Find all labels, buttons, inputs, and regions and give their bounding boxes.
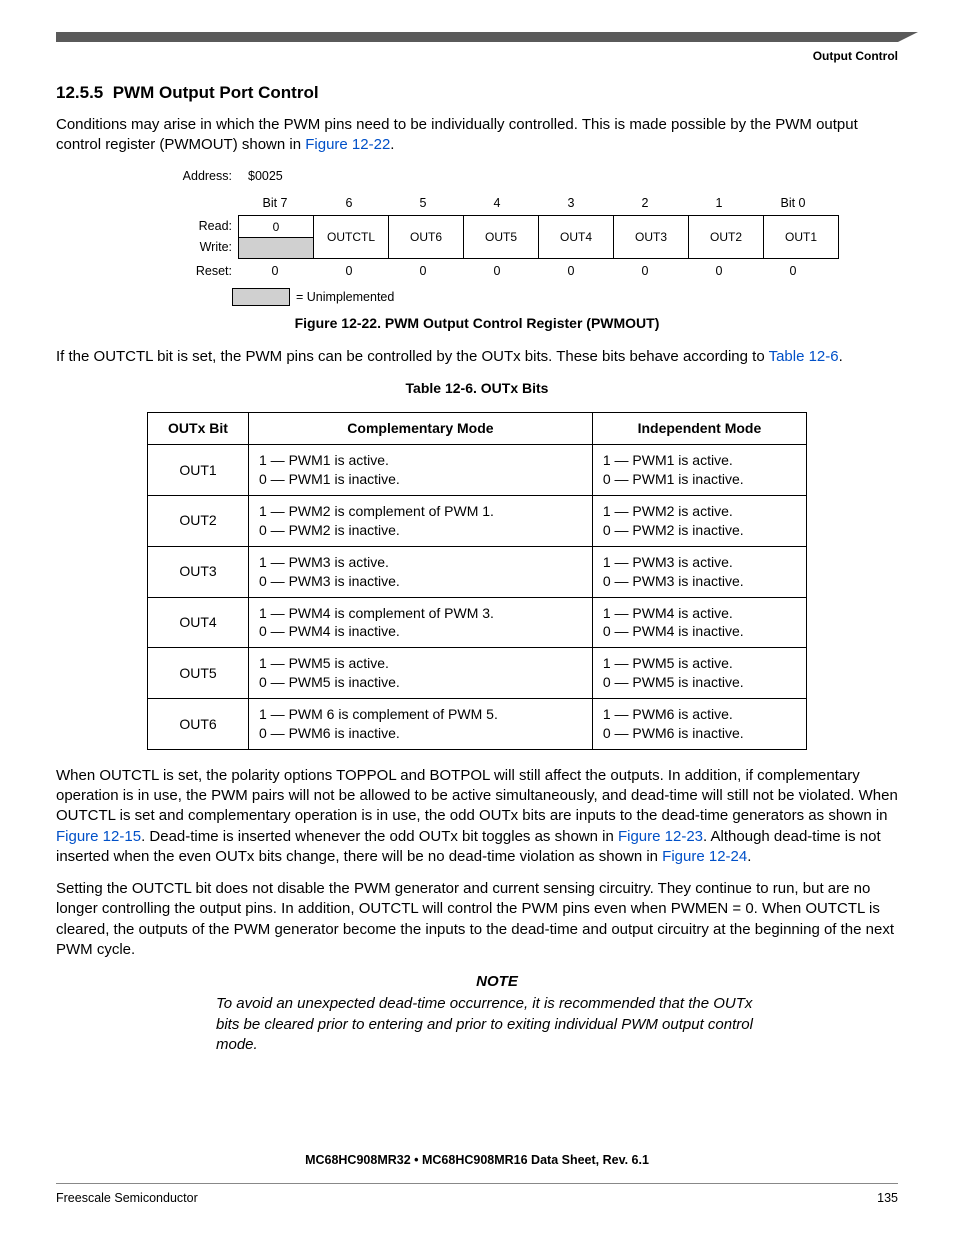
cell-complementary: 1 — PWM4 is complement of PWM 3.0 — PWM4…: [249, 597, 593, 648]
para-polarity: When OUTCTL is set, the polarity options…: [56, 766, 898, 867]
address-value: $0025: [238, 168, 283, 185]
reg-field-out1: OUT1: [764, 215, 839, 259]
para-outctl-behavior: Setting the OUTCTL bit does not disable …: [56, 879, 898, 960]
para2-b: .: [839, 348, 843, 365]
reset-3: 0: [534, 263, 608, 280]
cell-bit: OUT1: [148, 445, 249, 496]
xref-figure-12-24[interactable]: Figure 12-24: [662, 848, 747, 865]
reg-field-out6: OUT6: [389, 215, 464, 259]
bit-label-3: 3: [534, 195, 608, 212]
note-text: To avoid an unexpected dead-time occurre…: [216, 994, 778, 1055]
para3-d: .: [747, 848, 751, 865]
address-label: Address:: [166, 168, 238, 185]
figure-caption: Figure 12-22. PWM Output Control Registe…: [56, 314, 898, 333]
th-ind: Independent Mode: [592, 413, 806, 445]
bit-label-6: 6: [312, 195, 386, 212]
reg-bit7-write-unimpl: [239, 238, 313, 259]
reg-bit7: 0: [238, 215, 314, 259]
cell-bit: OUT3: [148, 546, 249, 597]
xref-table-12-6[interactable]: Table 12-6: [769, 348, 839, 365]
table-row: OUT11 — PWM1 is active.0 — PWM1 is inact…: [148, 445, 807, 496]
xref-figure-12-23[interactable]: Figure 12-23: [618, 828, 703, 845]
bit-label-7: Bit 7: [238, 195, 312, 212]
cell-bit: OUT4: [148, 597, 249, 648]
th-comp: Complementary Mode: [249, 413, 593, 445]
bit-label-1: 1: [682, 195, 756, 212]
note-block: NOTE To avoid an unexpected dead-time oc…: [216, 972, 778, 1055]
reset-2: 0: [608, 263, 682, 280]
para2-a: If the OUTCTL bit is set, the PWM pins c…: [56, 348, 769, 365]
legend-text: = Unimplemented: [296, 289, 394, 306]
intro-text-b: .: [390, 136, 394, 153]
reset-6: 0: [312, 263, 386, 280]
cell-independent: 1 — PWM5 is active.0 — PWM5 is inactive.: [592, 648, 806, 699]
cell-independent: 1 — PWM3 is active.0 — PWM3 is inactive.: [592, 546, 806, 597]
header-rule: [56, 32, 898, 42]
write-label: Write:: [166, 239, 232, 256]
cell-independent: 1 — PWM2 is active.0 — PWM2 is inactive.: [592, 495, 806, 546]
bit-label-5: 5: [386, 195, 460, 212]
reg-field-out3: OUT3: [614, 215, 689, 259]
xref-figure-12-15[interactable]: Figure 12-15: [56, 828, 141, 845]
cell-bit: OUT5: [148, 648, 249, 699]
th-bit: OUTx Bit: [148, 413, 249, 445]
reg-field-out5: OUT5: [464, 215, 539, 259]
cell-independent: 1 — PWM6 is active.0 — PWM6 is inactive.: [592, 699, 806, 750]
reg-bit7-read: 0: [239, 216, 313, 238]
reg-field-outctl: OUTCTL: [314, 215, 389, 259]
reset-4: 0: [460, 263, 534, 280]
cell-complementary: 1 — PWM 6 is complement of PWM 5.0 — PWM…: [249, 699, 593, 750]
para3-b: . Dead-time is inserted whenever the odd…: [141, 828, 618, 845]
table-caption: Table 12-6. OUTx Bits: [56, 379, 898, 398]
read-label: Read:: [166, 218, 232, 235]
section-heading: 12.5.5 PWM Output Port Control: [56, 82, 898, 105]
cell-complementary: 1 — PWM1 is active.0 — PWM1 is inactive.: [249, 445, 593, 496]
reset-0: 0: [756, 263, 830, 280]
section-number: 12.5.5: [56, 83, 103, 102]
xref-figure-12-22[interactable]: Figure 12-22: [305, 136, 390, 153]
register-diagram: Address: $0025 Bit 7 6 5 4 3 2 1 Bit 0 R…: [166, 168, 898, 307]
reset-7: 0: [238, 263, 312, 280]
reset-label: Reset:: [166, 263, 238, 280]
cell-bit: OUT6: [148, 699, 249, 750]
table-row: OUT41 — PWM4 is complement of PWM 3.0 — …: [148, 597, 807, 648]
table-row: OUT61 — PWM 6 is complement of PWM 5.0 —…: [148, 699, 807, 750]
bit-label-4: 4: [460, 195, 534, 212]
reset-1: 0: [682, 263, 756, 280]
cell-bit: OUT2: [148, 495, 249, 546]
footer-page-number: 135: [877, 1190, 898, 1207]
footer-rule: [56, 1183, 898, 1184]
para3-a: When OUTCTL is set, the polarity options…: [56, 767, 898, 825]
intro-text-a: Conditions may arise in which the PWM pi…: [56, 116, 858, 153]
bit-label-2: 2: [608, 195, 682, 212]
table-row: OUT51 — PWM5 is active.0 — PWM5 is inact…: [148, 648, 807, 699]
cell-complementary: 1 — PWM2 is complement of PWM 1.0 — PWM2…: [249, 495, 593, 546]
cell-complementary: 1 — PWM5 is active.0 — PWM5 is inactive.: [249, 648, 593, 699]
bit-label-0: Bit 0: [756, 195, 830, 212]
para-outctl: If the OUTCTL bit is set, the PWM pins c…: [56, 347, 898, 367]
reset-5: 0: [386, 263, 460, 280]
reg-field-out4: OUT4: [539, 215, 614, 259]
page-footer: MC68HC908MR32 • MC68HC908MR16 Data Sheet…: [56, 1152, 898, 1207]
cell-independent: 1 — PWM1 is active.0 — PWM1 is inactive.: [592, 445, 806, 496]
table-row: OUT31 — PWM3 is active.0 — PWM3 is inact…: [148, 546, 807, 597]
outx-table: OUTx Bit Complementary Mode Independent …: [147, 412, 807, 750]
note-label: NOTE: [216, 972, 778, 992]
cell-independent: 1 — PWM4 is active.0 — PWM4 is inactive.: [592, 597, 806, 648]
section-title: PWM Output Port Control: [113, 83, 319, 102]
cell-complementary: 1 — PWM3 is active.0 — PWM3 is inactive.: [249, 546, 593, 597]
running-header: Output Control: [56, 48, 898, 64]
reg-field-out2: OUT2: [689, 215, 764, 259]
legend-swatch: [232, 288, 290, 306]
footer-vendor: Freescale Semiconductor: [56, 1190, 198, 1207]
footer-docline: MC68HC908MR32 • MC68HC908MR16 Data Sheet…: [56, 1152, 898, 1169]
intro-paragraph: Conditions may arise in which the PWM pi…: [56, 115, 898, 156]
table-row: OUT21 — PWM2 is complement of PWM 1.0 — …: [148, 495, 807, 546]
